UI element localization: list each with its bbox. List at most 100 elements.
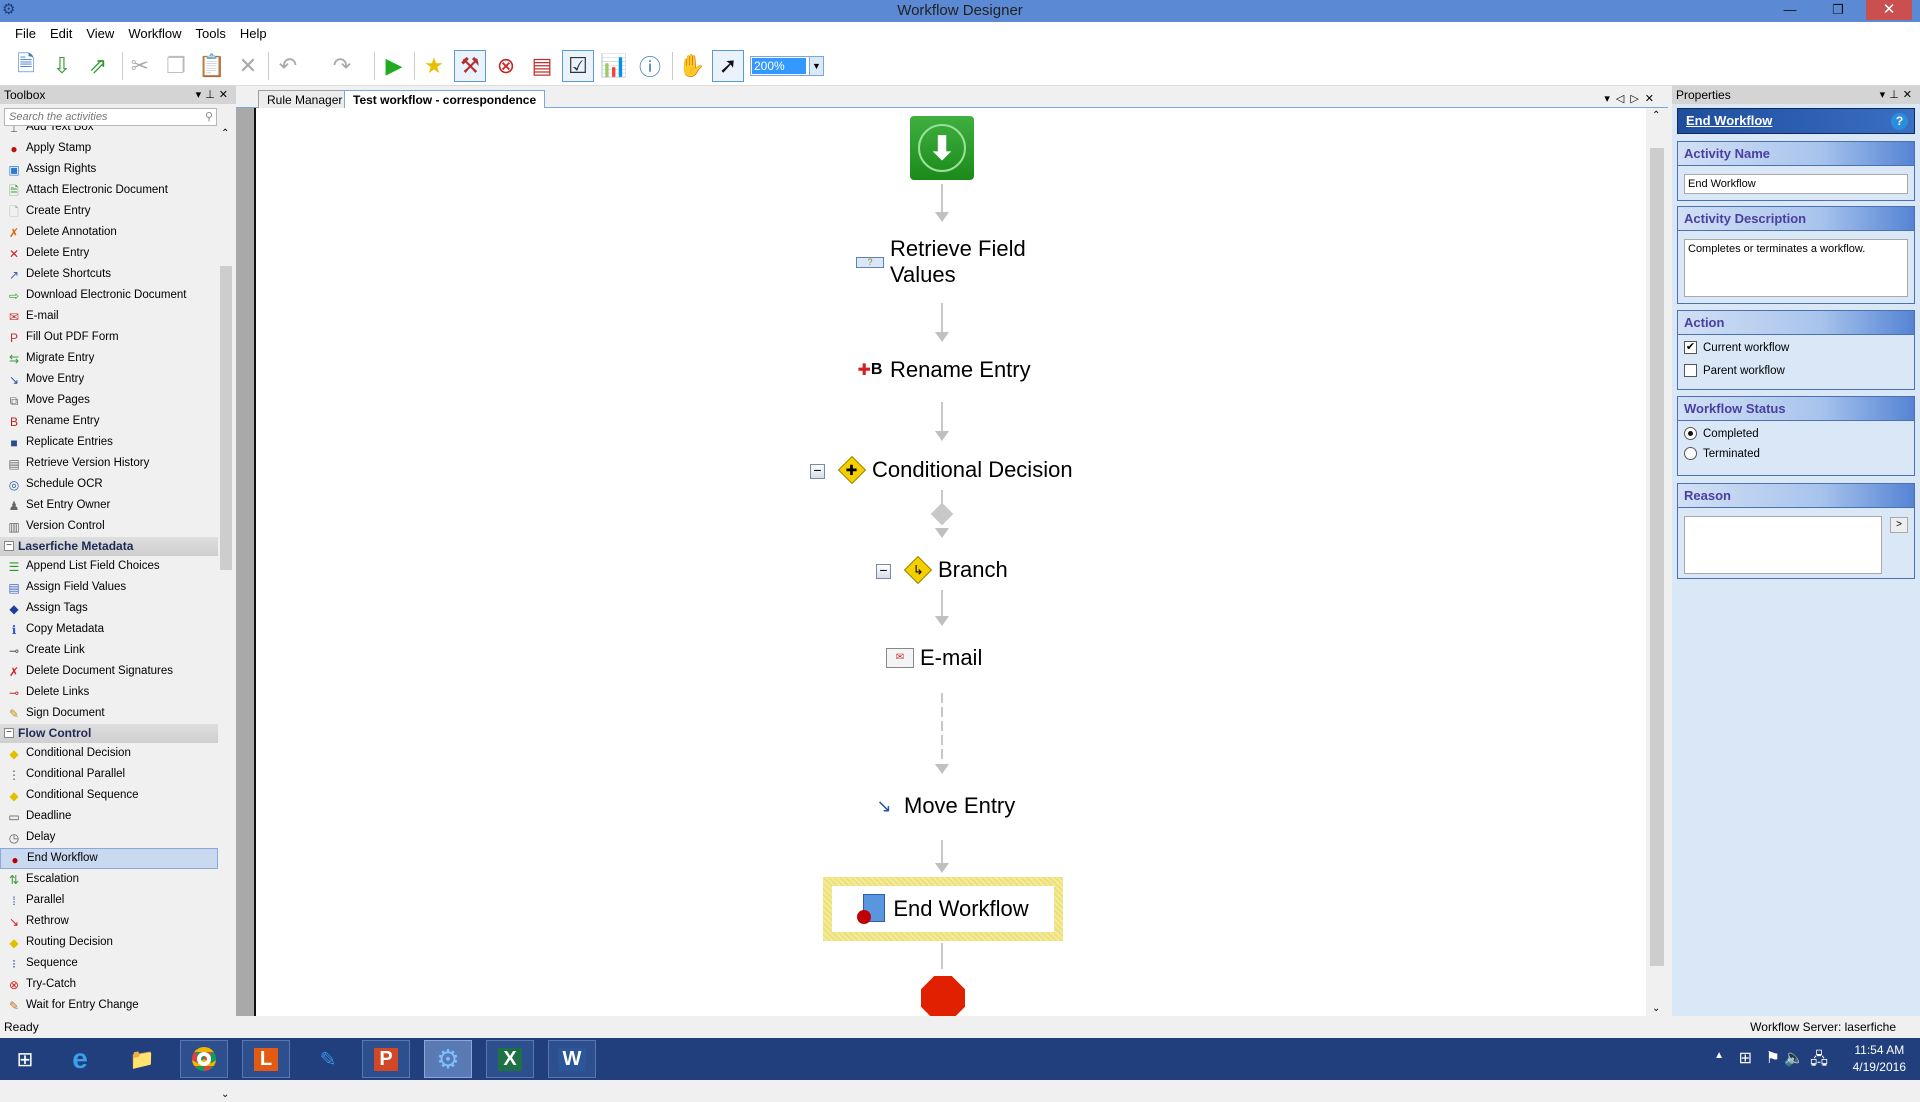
run-button[interactable]: ▶ [378,50,410,82]
toolbox-item[interactable]: ◎ Schedule OCR [0,474,218,495]
toolbox-scrollbar[interactable]: ⌃ ⌄ [218,126,234,1102]
toolbox-item[interactable]: ◆ Routing Decision [0,932,218,953]
toolbox-item[interactable]: ☰ Append List Field Choices [0,556,218,577]
toolbox-item[interactable]: ⌶ Add Text Box [0,126,218,138]
checkbox-unchecked[interactable] [1684,364,1697,377]
copy-button[interactable]: ❐ [160,50,192,82]
show-hidden-icons[interactable]: ▲ [1714,1050,1724,1061]
activity-header-link[interactable]: End Workflow [1686,113,1772,128]
close-tab-icon[interactable]: ✕ [1645,93,1660,105]
action-center-flag-icon[interactable]: ⚑ [1766,1048,1780,1068]
taskbar-laserfiche[interactable]: L [242,1040,290,1078]
scroll-left-icon[interactable]: ◁ [1616,93,1630,105]
chevron-down-icon[interactable]: ▼ [809,57,823,75]
close-icon[interactable]: ✕ [1903,89,1916,101]
toolbox-item[interactable]: ◷ Delay [0,827,218,848]
toolbox-item[interactable]: ↘ Rethrow [0,911,218,932]
undo-button[interactable]: ↶ [272,50,304,82]
toolbox-item[interactable]: ◆ Assign Tags [0,598,218,619]
toolbox-item[interactable]: ♟ Set Entry Owner [0,495,218,516]
workflow-canvas[interactable]: ⬇ ? Retrieve Field Values ✚ B Rename Entr… [256,108,1646,1016]
search-icon[interactable]: ⚲ [205,109,213,125]
pan-button[interactable]: ✋ [676,50,708,82]
toolbox-item[interactable]: ⁞ Parallel [0,890,218,911]
outline-button[interactable]: ▤ [526,50,558,82]
windows-tray-icon[interactable]: ⊞ [1739,1048,1752,1068]
workflow-info-button[interactable]: ⓘ [634,50,666,82]
toolbox-item[interactable]: ⊸ Delete Links [0,682,218,703]
toolbox-item[interactable]: ■ Replicate Entries [0,432,218,453]
menu-tools[interactable]: Tools [189,22,233,41]
toolbox-item[interactable]: ▭ Deadline [0,806,218,827]
toolbox-item[interactable]: 🗎 Attach Electronic Document [0,180,218,201]
toolbox-item[interactable]: ↗ Delete Shortcuts [0,264,218,285]
taskbar-excel[interactable]: X [486,1040,534,1078]
taskbar-workflow-designer[interactable]: ⚙ [424,1040,472,1078]
toolbox-item[interactable]: ◆ Conditional Sequence [0,785,218,806]
node-retrieve-field-values[interactable]: ? Retrieve Field Values [856,236,1076,288]
collapse-branch-button[interactable]: − [876,563,891,579]
toolbox-item[interactable]: ● End Workflow [0,848,218,869]
menu-file[interactable]: File [0,22,43,41]
collapse-icon[interactable]: − [4,541,14,551]
taskbar-file-explorer[interactable]: 📁 [118,1040,166,1078]
node-move-entry[interactable]: ↘ Move Entry [870,792,1015,820]
toolbox-item[interactable]: ✗ Delete Annotation [0,222,218,243]
parent-workflow-checkbox[interactable]: Parent workflow [1684,364,1785,377]
scroll-down-icon[interactable]: ⌄ [1652,1003,1660,1014]
cut-button[interactable]: ✂ [124,50,156,82]
node-end-workflow[interactable]: End Workflow [832,886,1054,932]
activity-search-input[interactable]: Search the activities ⚲ [4,108,217,126]
toolbox-item[interactable]: ⊸ Create Link [0,640,218,661]
taskbar-internet-explorer[interactable]: e [56,1040,104,1078]
terminated-radio[interactable]: Terminated [1684,447,1760,460]
minimize-button[interactable]: — [1770,0,1810,20]
taskbar-word[interactable]: W [548,1040,596,1078]
reason-textarea[interactable] [1684,516,1882,574]
redo-button[interactable]: ↷ [326,50,358,82]
activity-name-input[interactable]: End Workflow [1684,174,1908,194]
toolbox-item[interactable]: ✎ Sign Document [0,703,218,724]
help-icon[interactable]: ? [1891,113,1908,130]
menu-edit[interactable]: Edit [43,22,79,41]
scroll-up-icon[interactable]: ⌃ [221,128,229,139]
activity-header[interactable]: End Workflow ? [1677,108,1915,134]
dropdown-icon[interactable]: ▾ [1880,89,1890,101]
toolbox-item[interactable]: ✗ Delete Document Signatures [0,661,218,682]
zoom-select[interactable]: 200% ▼ [750,56,824,76]
publish-workflow-button[interactable]: ⇗ [82,50,114,82]
toolbox-item[interactable]: P Fill Out PDF Form [0,327,218,348]
pin-icon[interactable]: ⊥ [205,89,219,101]
collapse-icon[interactable]: − [4,728,14,738]
reports-button[interactable]: 📊 [598,50,630,82]
restore-button[interactable]: ❐ [1818,0,1858,20]
toolbox-item[interactable]: ✉ E-mail [0,306,218,327]
taskbar-chrome[interactable] [180,1040,228,1078]
toolbox-item[interactable]: ✕ Delete Entry [0,243,218,264]
current-workflow-checkbox[interactable]: ✔ Current workflow [1684,341,1789,354]
stop-node-icon[interactable] [921,976,965,1016]
toolbox-item[interactable]: ⋮ Conditional Parallel [0,764,218,785]
scroll-up-icon[interactable]: ⌃ [1652,110,1660,121]
reason-expand-button[interactable]: > [1890,517,1908,533]
scroll-thumb[interactable] [220,266,232,570]
start-node[interactable]: ⬇ [910,116,974,180]
zoom-value[interactable]: 200% [752,58,806,74]
select-button[interactable]: ➚ [712,50,744,82]
menu-view[interactable]: View [79,22,121,41]
tools-button[interactable]: ⚒ [454,50,486,82]
find-starting-rules-button[interactable]: ★ [418,50,450,82]
taskbar-powerpoint[interactable]: P [362,1040,410,1078]
toolbox-item[interactable]: ⧉ Move Pages [0,390,218,411]
dropdown-icon[interactable]: ▾ [196,89,206,101]
toolbox-item[interactable]: ⇅ Escalation [0,869,218,890]
toolbox-item[interactable]: ⁝ Sequence [0,953,218,974]
canvas-scrollbar[interactable]: ⌃ ⌄ [1646,108,1668,1016]
menu-workflow[interactable]: Workflow [121,22,188,41]
toolbox-item[interactable]: ▤ Retrieve Version History [0,453,218,474]
toolbox-item[interactable]: ▤ Assign Field Values [0,577,218,598]
toolbox-item[interactable]: ⇨ Download Electronic Document [0,285,218,306]
start-button[interactable]: ⊞ [2,1040,48,1078]
network-icon[interactable]: 🖧 [1810,1048,1828,1075]
toolbox-item[interactable]: ↘ Move Entry [0,369,218,390]
